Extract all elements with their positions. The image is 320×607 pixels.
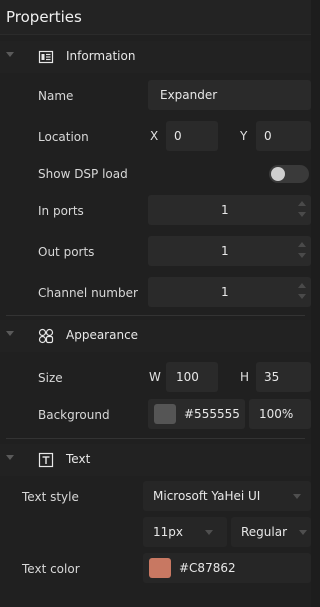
channel-label: Channel number — [38, 286, 138, 300]
y-value: 0 — [264, 129, 272, 143]
section-information-header[interactable]: Information — [0, 41, 311, 73]
font-size-value: 11px — [153, 525, 183, 539]
divider-2 — [0, 436, 311, 439]
chevron-down-icon[interactable] — [205, 530, 213, 535]
text-box-icon — [38, 452, 54, 468]
channel-stepper[interactable]: 1 — [148, 277, 311, 307]
w-axis-label: W — [149, 370, 161, 384]
chevron-down-icon[interactable] — [293, 494, 301, 499]
spin-down-icon[interactable] — [298, 294, 306, 299]
dsp-label: Show DSP load — [38, 167, 128, 181]
row-dsp: Show DSP load — [0, 158, 311, 190]
y-axis-label: Y — [240, 129, 248, 143]
location-x-input[interactable]: 0 — [166, 121, 218, 151]
in-ports-stepper[interactable]: 1 — [148, 195, 311, 225]
text-color-input[interactable]: #C87862 — [143, 553, 311, 583]
font-weight-value: Regular — [241, 525, 288, 539]
w-value: 100 — [176, 370, 199, 384]
text-style-label: Text style — [22, 490, 79, 504]
size-w-input[interactable]: 100 — [166, 362, 218, 392]
row-text-color: Text color #C87862 — [0, 553, 311, 585]
row-size: Size W 100 H 35 — [0, 362, 311, 394]
collapse-chevron-icon[interactable] — [6, 52, 14, 57]
x-value: 0 — [174, 129, 182, 143]
row-channel: Channel number 1 — [0, 277, 311, 309]
font-weight-select[interactable]: Regular — [231, 517, 311, 547]
x-axis-label: X — [150, 129, 159, 143]
font-size-select[interactable]: 11px — [143, 517, 227, 547]
name-label: Name — [38, 89, 74, 103]
channel-value: 1 — [221, 285, 229, 299]
size-h-input[interactable]: 35 — [256, 362, 311, 392]
collapse-chevron-icon[interactable] — [6, 331, 14, 336]
section-appearance-title: Appearance — [66, 328, 139, 342]
text-color-swatch[interactable] — [149, 558, 171, 578]
row-out-ports: Out ports 1 — [0, 236, 311, 268]
info-card-icon — [38, 50, 54, 64]
spin-down-icon[interactable] — [298, 212, 306, 217]
row-name: Name Expander — [0, 80, 311, 112]
out-ports-value: 1 — [221, 244, 229, 258]
out-ports-spin[interactable] — [297, 241, 307, 261]
row-in-ports: In ports 1 — [0, 195, 311, 227]
in-ports-value: 1 — [221, 203, 229, 217]
spin-up-icon[interactable] — [298, 283, 306, 288]
background-opacity-input[interactable]: 100% — [249, 399, 311, 429]
dsp-toggle[interactable] — [269, 165, 309, 183]
location-label: Location — [38, 130, 89, 144]
row-text-style: Text style Microsoft YaHei UI — [0, 481, 311, 513]
name-value: Expander — [160, 88, 218, 102]
out-ports-stepper[interactable]: 1 — [148, 236, 311, 266]
background-swatch[interactable] — [154, 404, 176, 424]
location-y-input[interactable]: 0 — [256, 121, 311, 151]
divider — [6, 315, 305, 316]
text-color-label: Text color — [22, 562, 80, 576]
divider-1 — [0, 313, 311, 316]
h-value: 35 — [264, 370, 280, 384]
divider — [6, 438, 305, 439]
out-ports-label: Out ports — [38, 245, 95, 259]
spin-up-icon[interactable] — [298, 242, 306, 247]
row-location: Location X 0 Y 0 — [0, 121, 311, 153]
toggle-knob — [271, 167, 285, 181]
font-family-value: Microsoft YaHei UI — [153, 489, 261, 503]
in-ports-label: In ports — [38, 204, 84, 218]
spin-up-icon[interactable] — [298, 201, 306, 206]
font-family-select[interactable]: Microsoft YaHei UI — [143, 481, 311, 511]
background-color-input[interactable]: #555555 — [148, 399, 245, 429]
name-input[interactable]: Expander — [148, 80, 311, 110]
text-color-hex: #C87862 — [179, 561, 236, 575]
collapse-chevron-icon[interactable] — [6, 455, 14, 460]
section-text-header[interactable]: Text — [0, 444, 311, 476]
row-background: Background #555555 100% — [0, 399, 311, 431]
channel-spin[interactable] — [297, 282, 307, 302]
background-opacity: 100% — [259, 407, 294, 421]
properties-panel: Properties Information Name Expander Loc… — [0, 0, 311, 607]
background-label: Background — [38, 408, 110, 422]
appearance-grid-icon — [38, 328, 54, 344]
h-axis-label: H — [240, 370, 250, 384]
size-label: Size — [38, 371, 63, 385]
in-ports-spin[interactable] — [297, 200, 307, 220]
section-appearance-header[interactable]: Appearance — [0, 320, 311, 352]
section-information-title: Information — [66, 49, 136, 63]
row-font-size-weight: 11px Regular — [0, 517, 311, 549]
panel-title: Properties — [0, 0, 311, 35]
chevron-down-icon[interactable] — [299, 530, 307, 535]
background-hex: #555555 — [184, 407, 240, 421]
spin-down-icon[interactable] — [298, 253, 306, 258]
section-text-title: Text — [66, 452, 91, 466]
